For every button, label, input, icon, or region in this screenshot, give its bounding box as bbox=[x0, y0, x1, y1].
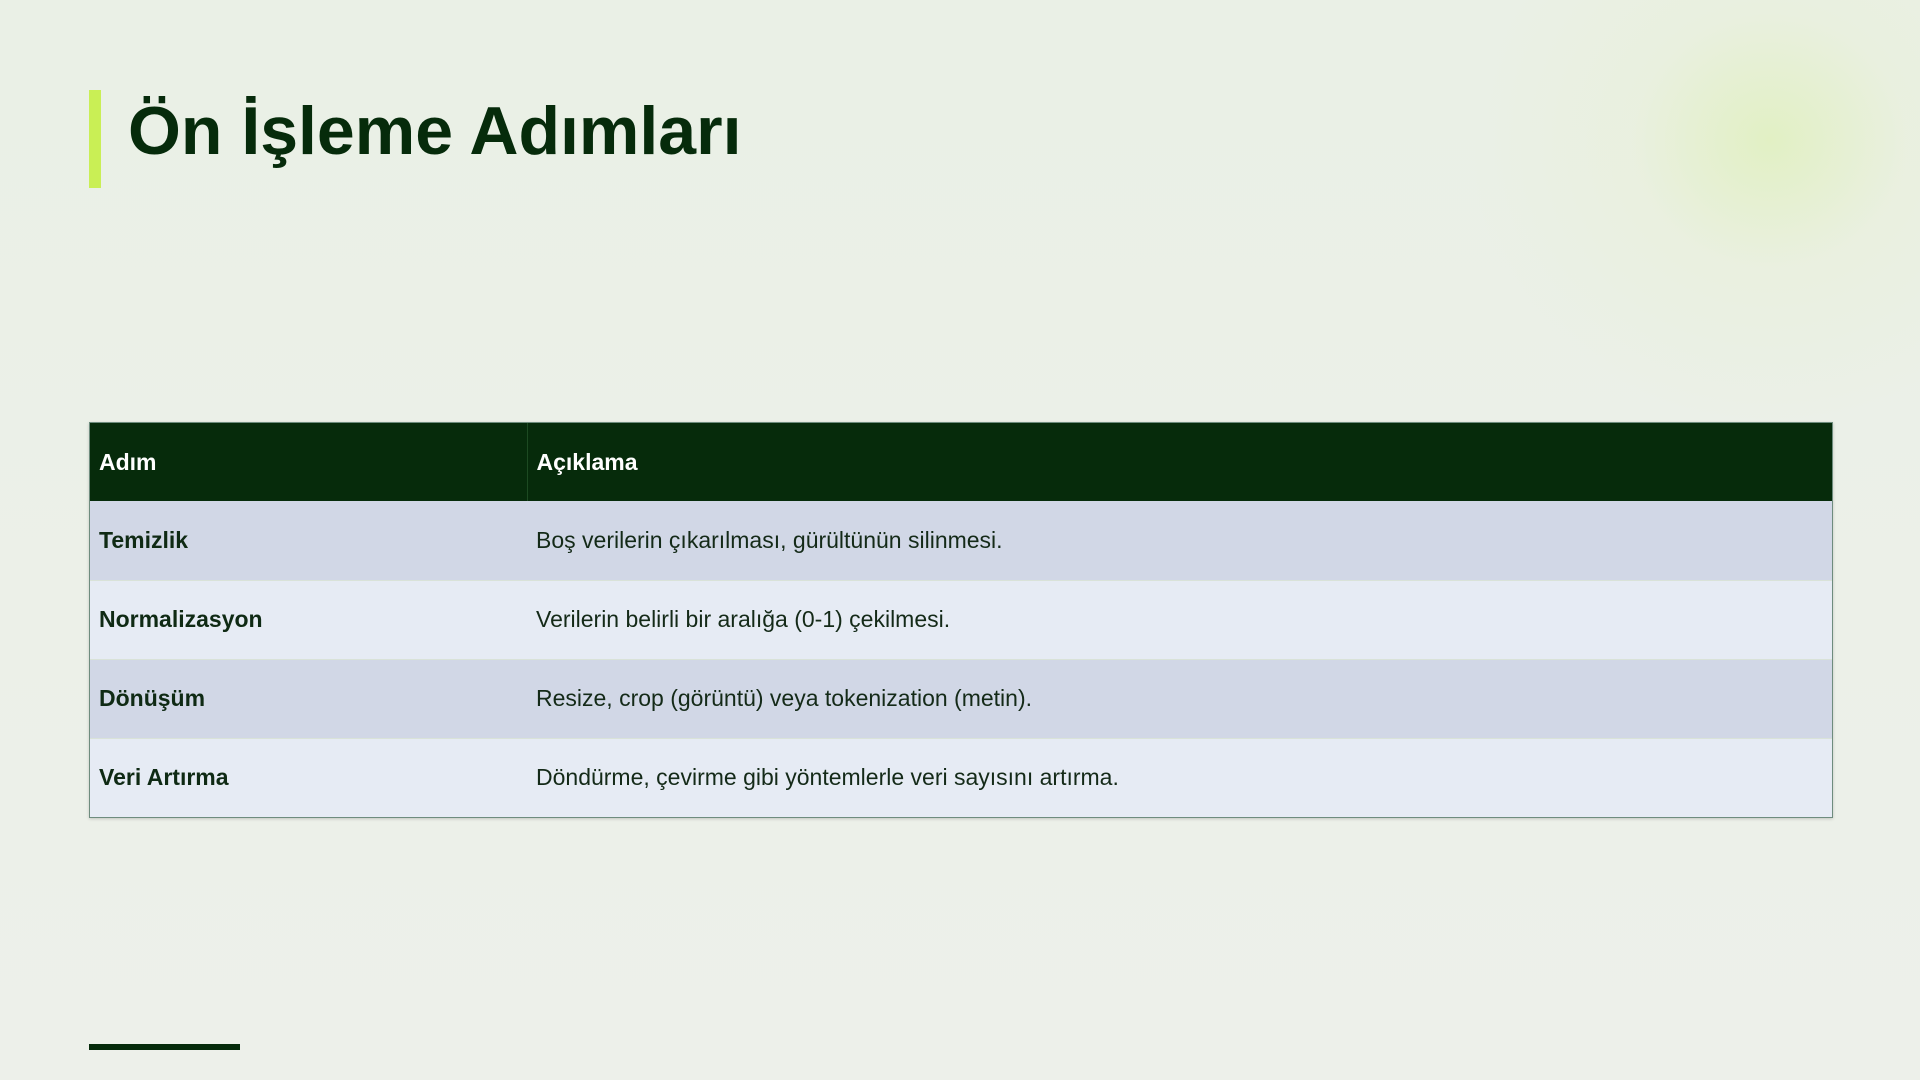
row-description: Boş verilerin çıkarılması, gürültünün si… bbox=[527, 501, 1832, 580]
slide-title: Ön İşleme Adımları bbox=[128, 93, 742, 169]
table-row: Temizlik Boş verilerin çıkarılması, gürü… bbox=[90, 501, 1832, 580]
table: Adım Açıklama Temizlik Boş verilerin çık… bbox=[90, 423, 1832, 817]
header-step: Adım bbox=[90, 423, 527, 501]
row-step: Dönüşüm bbox=[90, 658, 527, 738]
table-row: Dönüşüm Resize, crop (görüntü) veya toke… bbox=[90, 658, 1832, 738]
row-step: Temizlik bbox=[90, 501, 527, 580]
slide: Ön İşleme Adımları Adım Açıklama Temizli… bbox=[0, 0, 1920, 1080]
row-description: Döndürme, çevirme gibi yöntemlerle veri … bbox=[527, 737, 1832, 817]
row-step: Normalizasyon bbox=[90, 579, 527, 659]
table-header: Adım Açıklama bbox=[90, 423, 1832, 501]
row-step: Veri Artırma bbox=[90, 737, 527, 817]
title-accent-bar bbox=[89, 90, 101, 188]
table-body: Temizlik Boş verilerin çıkarılması, gürü… bbox=[90, 501, 1832, 817]
table-header-row: Adım Açıklama bbox=[90, 423, 1832, 501]
footer-accent-line bbox=[89, 1044, 240, 1050]
table-row: Veri Artırma Döndürme, çevirme gibi yönt… bbox=[90, 737, 1832, 817]
steps-table: Adım Açıklama Temizlik Boş verilerin çık… bbox=[89, 422, 1833, 818]
table-row: Normalizasyon Verilerin belirli bir aral… bbox=[90, 579, 1832, 659]
row-description: Resize, crop (görüntü) veya tokenization… bbox=[527, 658, 1832, 738]
header-description: Açıklama bbox=[526, 423, 1832, 501]
row-description: Verilerin belirli bir aralığa (0-1) çeki… bbox=[527, 579, 1832, 659]
